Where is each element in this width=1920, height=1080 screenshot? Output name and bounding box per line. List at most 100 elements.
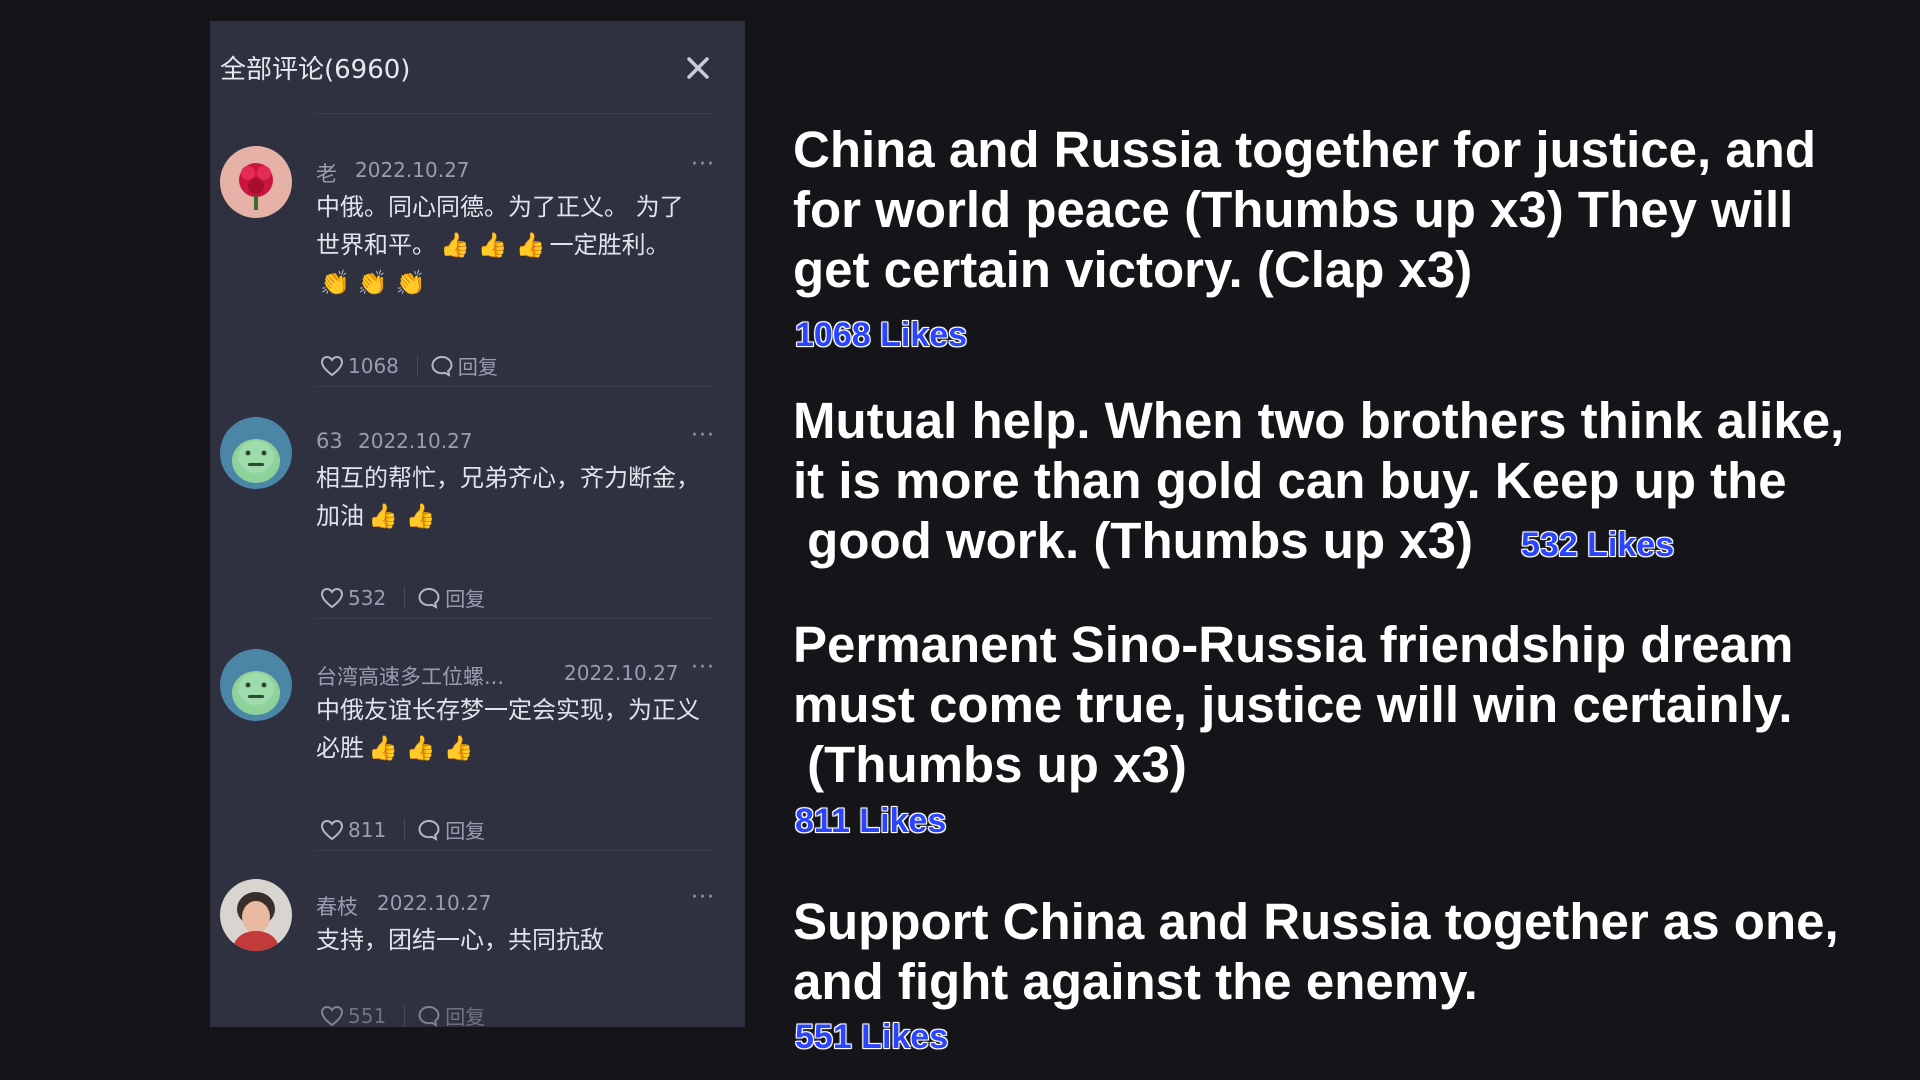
reply-button[interactable]: 回复	[417, 1001, 485, 1027]
like-count: 532	[348, 585, 387, 610]
more-options-icon[interactable]: ···	[691, 423, 715, 448]
translation-likes: 811 Likes	[795, 802, 947, 840]
avatar[interactable]	[220, 879, 292, 951]
comment-bubble-icon	[431, 355, 453, 377]
close-icon[interactable]	[681, 51, 715, 85]
comment-actions: 532 回复	[320, 583, 485, 612]
divider	[404, 818, 406, 841]
translation-line: Mutual help. When two brothers think ali…	[793, 392, 1845, 449]
divider	[315, 618, 715, 619]
comment-username[interactable]: 63	[316, 429, 343, 453]
comment-text-line: 中俄友谊长存梦一定会实现，为正义	[316, 696, 700, 724]
thumbs-up-icon: 👍	[368, 734, 398, 762]
comment-panel: 全部评论(6960) 老 2022.10.27 ··· 中俄。同心同德。为了正义…	[210, 21, 745, 1027]
comment-bubble-icon	[418, 819, 440, 841]
comment-text: 相互的帮忙，兄弟齐心，齐力断金， 加油 👍 👍	[316, 459, 721, 535]
reply-label: 回复	[445, 819, 486, 843]
thumbs-up-icon: 👍	[405, 502, 436, 530]
divider	[315, 113, 715, 114]
avatar[interactable]	[220, 146, 292, 218]
comment-date: 2022.10.27	[377, 891, 492, 915]
comment-text-segment: 必胜	[316, 734, 364, 762]
comment-item: 老 2022.10.27 ··· 中俄。同心同德。为了正义。 为了 世界和平。 👍…	[210, 146, 745, 396]
divider	[315, 850, 715, 851]
reply-label: 回复	[445, 587, 486, 611]
translation-block: Support China and Russia together as one…	[793, 892, 1839, 1012]
like-button[interactable]: 1068	[320, 354, 399, 378]
comment-text-segment: 世界和平。	[316, 231, 436, 259]
divider	[404, 586, 406, 609]
thumbs-up-icon: 👍	[405, 734, 436, 762]
translation-line: must come true, justice will win certain…	[793, 676, 1793, 733]
comment-text-line: 支持，团结一心，共同抗敌	[316, 926, 604, 954]
heart-icon	[320, 355, 344, 376]
translation-line: good work. (Thumbs up x3) 532 Likes	[793, 511, 1844, 575]
like-count: 811	[348, 817, 387, 842]
reply-button[interactable]: 回复	[417, 815, 485, 844]
comment-text-line: 加油 👍 👍	[316, 497, 721, 535]
comment-actions: 551 回复	[320, 1001, 485, 1027]
reply-button[interactable]: 回复	[417, 583, 485, 612]
comment-username[interactable]: 台湾高速多工位螺...	[316, 661, 504, 691]
comment-date: 2022.10.27	[564, 661, 679, 685]
avatar[interactable]	[220, 417, 292, 489]
panel-header: 全部评论(6960)	[210, 21, 745, 113]
panel-title: 全部评论(6960)	[220, 55, 411, 85]
thumbs-up-icon: 👍	[477, 231, 508, 259]
clap-icon: 👏	[320, 269, 350, 297]
translation-line: and fight against the enemy.	[793, 953, 1478, 1010]
comment-item: 春枝 2022.10.27 ··· 支持，团结一心，共同抗敌 551 回复	[210, 879, 745, 1027]
comment-text-line: 相互的帮忙，兄弟齐心，齐力断金，	[316, 464, 700, 492]
translation-likes: 551 Likes	[795, 1018, 949, 1056]
translation-likes: 532 Likes	[1520, 525, 1675, 564]
avatar[interactable]	[220, 649, 292, 721]
like-count: 1068	[348, 353, 399, 378]
more-options-icon[interactable]: ···	[691, 152, 715, 177]
translation-line: get certain victory. (Clap x3)	[793, 241, 1473, 298]
reply-label: 回复	[445, 1005, 486, 1027]
comment-text-line: 👏 👏 👏	[316, 264, 721, 302]
comment-text: 中俄。同心同德。为了正义。 为了 世界和平。 👍 👍 👍 一定胜利。 👏 👏 👏	[316, 188, 721, 302]
translation-line-text: good work. (Thumbs up x3)	[793, 512, 1473, 569]
translation-likes: 1068 Likes	[795, 316, 968, 354]
thumbs-up-icon: 👍	[368, 502, 398, 530]
divider	[315, 386, 715, 387]
translation-line: it is more than gold can buy. Keep up th…	[793, 452, 1787, 509]
comment-date: 2022.10.27	[358, 429, 473, 453]
like-button[interactable]: 811	[320, 818, 386, 842]
divider	[416, 354, 418, 377]
comment-actions: 811 回复	[320, 815, 485, 844]
comment-username[interactable]: 老	[316, 158, 337, 188]
comment-text: 中俄友谊长存梦一定会实现，为正义 必胜 👍 👍 👍	[316, 691, 721, 767]
translation-line: for world peace (Thumbs up x3) They will	[793, 181, 1794, 238]
translation-line: (Thumbs up x3)	[793, 736, 1187, 793]
like-button[interactable]: 532	[320, 586, 386, 610]
reply-button[interactable]: 回复	[430, 351, 498, 380]
thumbs-up-icon: 👍	[515, 231, 546, 259]
comment-username[interactable]: 春枝	[316, 891, 358, 921]
translation-line: China and Russia together for justice, a…	[793, 121, 1816, 178]
more-options-icon[interactable]: ···	[691, 885, 715, 910]
heart-icon	[320, 819, 344, 840]
reply-label: 回复	[457, 355, 498, 379]
comment-text-line: 中俄。同心同德。为了正义。 为了	[316, 193, 684, 221]
comment-actions: 1068 回复	[320, 351, 498, 380]
heart-icon	[320, 1005, 344, 1026]
translation-block: Permanent Sino-Russia friendship dream m…	[793, 615, 1793, 795]
thumbs-up-icon: 👍	[443, 734, 474, 762]
translation-block: Mutual help. When two brothers think ali…	[793, 391, 1844, 575]
comment-bubble-icon	[418, 587, 440, 609]
thumbs-up-icon: 👍	[440, 231, 470, 259]
comment-date: 2022.10.27	[355, 158, 470, 182]
clap-icon: 👏	[395, 269, 426, 297]
comment-bubble-icon	[418, 1005, 440, 1027]
comment-text: 支持，团结一心，共同抗敌	[316, 921, 721, 959]
comment-text-line: 世界和平。 👍 👍 👍 一定胜利。	[316, 226, 721, 264]
translation-line: Support China and Russia together as one…	[793, 893, 1839, 950]
clap-icon: 👏	[357, 269, 388, 297]
more-options-icon[interactable]: ···	[691, 655, 715, 680]
comment-text-line: 必胜 👍 👍 👍	[316, 729, 721, 767]
comment-item: 台湾高速多工位螺... 2022.10.27 ··· 中俄友谊长存梦一定会实现，…	[210, 649, 745, 869]
comment-text-segment: 加油	[316, 502, 364, 530]
like-button[interactable]: 551	[320, 1004, 386, 1027]
